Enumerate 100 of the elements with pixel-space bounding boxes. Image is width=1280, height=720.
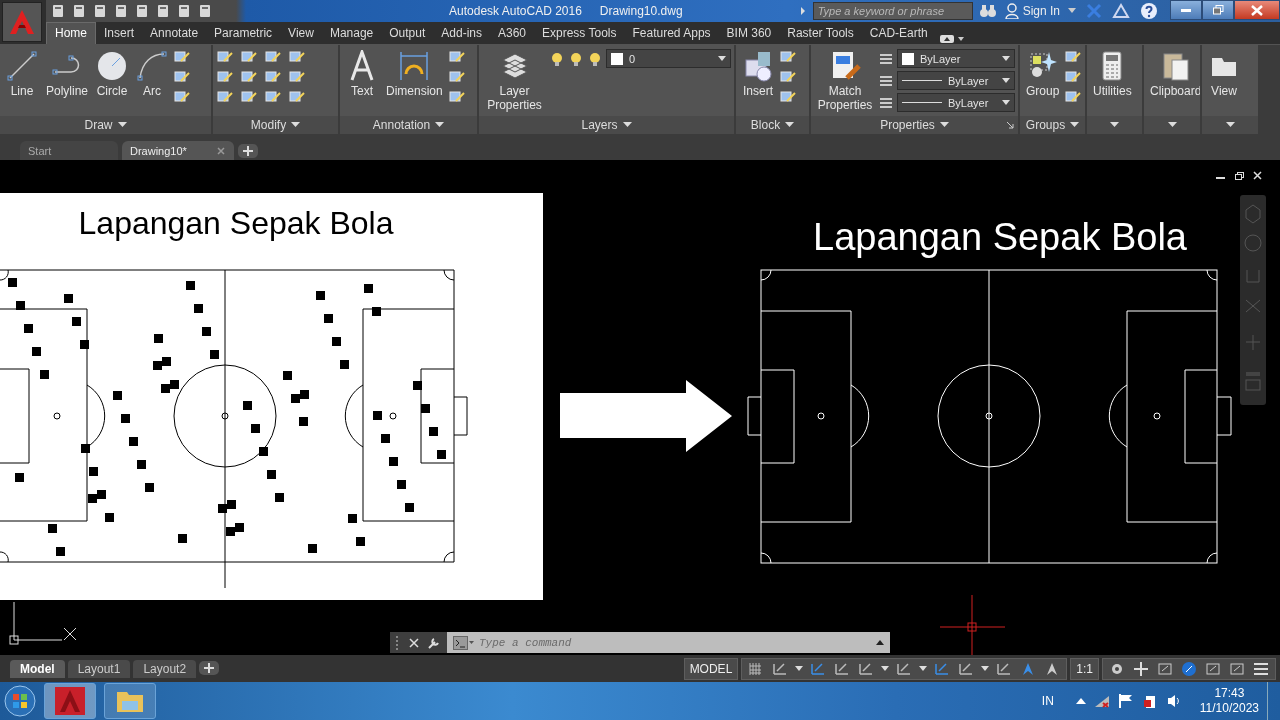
close-button[interactable] [1234, 0, 1280, 20]
model-space-button[interactable]: MODEL [683, 657, 739, 680]
flag-icon[interactable] [1117, 693, 1134, 709]
ribbon-button[interactable]: Polyline [43, 48, 92, 100]
ribbon-toggle-icon[interactable] [939, 34, 964, 44]
expand-icon[interactable] [798, 5, 807, 17]
restore-icon[interactable] [1235, 172, 1244, 180]
tool-icon[interactable] [240, 69, 258, 85]
layout-tab[interactable]: Layout2 [133, 659, 197, 678]
dropdown-field[interactable]: ByLayer [897, 49, 1015, 68]
launcher-icon[interactable] [1006, 121, 1014, 129]
tool-icon[interactable] [240, 49, 258, 65]
panel-title[interactable]: Draw [84, 118, 113, 132]
restore-button[interactable] [1202, 0, 1234, 20]
ribbon-button[interactable]: Utilities [1090, 48, 1135, 100]
menu-icon[interactable] [1252, 660, 1270, 677]
caret-icon[interactable] [795, 666, 804, 671]
layout-tab[interactable]: Layout1 [67, 659, 131, 678]
tool-icon[interactable] [447, 69, 466, 85]
ribbon-tab[interactable]: Parametric [206, 23, 281, 44]
caret-icon[interactable] [1225, 122, 1235, 128]
tool-icon[interactable] [216, 69, 234, 85]
power-icon[interactable] [1141, 693, 1158, 709]
ribbon-tab[interactable]: Output [381, 23, 434, 44]
tool-icon[interactable] [447, 89, 466, 105]
tool-icon[interactable] [779, 49, 797, 65]
ribbon-tab[interactable]: Home [46, 22, 96, 44]
ribbon-button[interactable]: Circle [93, 48, 132, 100]
ribbon-tab[interactable]: Manage [321, 23, 382, 44]
tool-icon[interactable] [288, 89, 306, 105]
ribbon-tab[interactable]: A360 [490, 23, 534, 44]
caret-icon[interactable] [1110, 122, 1119, 128]
tool-icon[interactable] [264, 69, 282, 85]
ribbon-button[interactable]: Group [1023, 48, 1063, 100]
plus-icon[interactable] [1132, 660, 1150, 677]
ribbon-tab[interactable]: Annotate [142, 23, 207, 44]
app-menu-button[interactable] [2, 2, 42, 42]
search-field[interactable]: Type a keyword or phrase [812, 2, 973, 20]
tool-icon[interactable] [264, 49, 282, 65]
ribbon-tab[interactable]: BIM 360 [718, 23, 780, 44]
dropdown-field[interactable]: 0 [606, 49, 731, 68]
speaker-icon[interactable] [1165, 693, 1182, 709]
tool-icon[interactable] [1064, 69, 1083, 85]
caret-icon[interactable] [622, 122, 632, 128]
tool-icon[interactable] [447, 49, 466, 65]
command-input[interactable]: Type a command [479, 636, 872, 649]
ribbon-tab[interactable]: Featured Apps [624, 23, 719, 44]
start-button[interactable] [4, 685, 36, 717]
language-indicator[interactable]: IN [1041, 694, 1054, 708]
tool-icon[interactable] [1064, 49, 1083, 65]
dropdown-field[interactable]: ByLayer [897, 93, 1015, 112]
ribbon-tab[interactable]: CAD-Earth [861, 23, 936, 44]
autocad-taskbar-button[interactable] [44, 683, 96, 719]
ribbon-tab[interactable]: Add-ins [433, 23, 490, 44]
tool-icon[interactable] [288, 69, 306, 85]
sign-in-button[interactable]: Sign In [1002, 3, 1062, 19]
ribbon-button[interactable]: Arc [133, 48, 172, 100]
minimize-button[interactable] [1170, 0, 1202, 20]
file-tab[interactable]: Drawing10* [122, 141, 234, 160]
new-tab-button[interactable] [238, 144, 258, 158]
caret-icon[interactable] [1167, 122, 1177, 128]
caret-icon[interactable] [919, 666, 928, 671]
tool-icon[interactable] [240, 89, 258, 105]
file-explorer-taskbar-button[interactable] [104, 683, 156, 719]
ribbon-button[interactable]: Dimension [383, 48, 446, 100]
up-arrow-icon[interactable] [1075, 697, 1086, 705]
caret-icon[interactable] [881, 666, 890, 671]
ribbon-button[interactable]: Line [3, 48, 41, 100]
network-icon[interactable] [1093, 694, 1110, 708]
file-tab[interactable]: Start [20, 141, 118, 160]
help-icon[interactable] [1140, 2, 1158, 20]
ribbon-tab[interactable]: View [280, 23, 322, 44]
ribbon-button[interactable]: Text [343, 48, 381, 100]
annotation-scale-button[interactable]: 1:1 [1070, 657, 1099, 680]
ribbon-button[interactable]: View [1205, 48, 1243, 100]
lightbulb-icon[interactable] [549, 50, 565, 67]
tool-icon[interactable] [264, 89, 282, 105]
ribbon-button[interactable]: Insert [739, 48, 777, 100]
tool-icon[interactable] [173, 49, 192, 65]
tool-icon[interactable] [216, 49, 234, 65]
caret-icon[interactable] [291, 122, 301, 128]
triangle-icon[interactable] [1112, 3, 1130, 19]
tool-icon[interactable] [288, 49, 306, 65]
caret-icon[interactable] [785, 122, 795, 128]
caret-icon[interactable] [435, 122, 445, 128]
caret-icon[interactable] [981, 666, 990, 671]
caret-icon[interactable] [1070, 122, 1080, 128]
caret-icon[interactable] [939, 122, 949, 128]
tool-icon[interactable] [216, 89, 234, 105]
caret-icon[interactable] [1068, 8, 1076, 14]
dropdown-field[interactable]: ByLayer [897, 71, 1015, 90]
binoculars-icon[interactable] [978, 3, 997, 19]
tool-icon[interactable] [779, 69, 797, 85]
ribbon-tab[interactable]: Insert [96, 23, 143, 44]
caret-icon[interactable] [117, 122, 127, 128]
tool-icon[interactable] [173, 69, 192, 85]
wrench-icon[interactable] [427, 635, 441, 650]
ribbon-button[interactable]: Layer Properties [482, 48, 547, 114]
new-file-icon[interactable] [50, 3, 66, 19]
tool-icon[interactable] [173, 89, 192, 105]
